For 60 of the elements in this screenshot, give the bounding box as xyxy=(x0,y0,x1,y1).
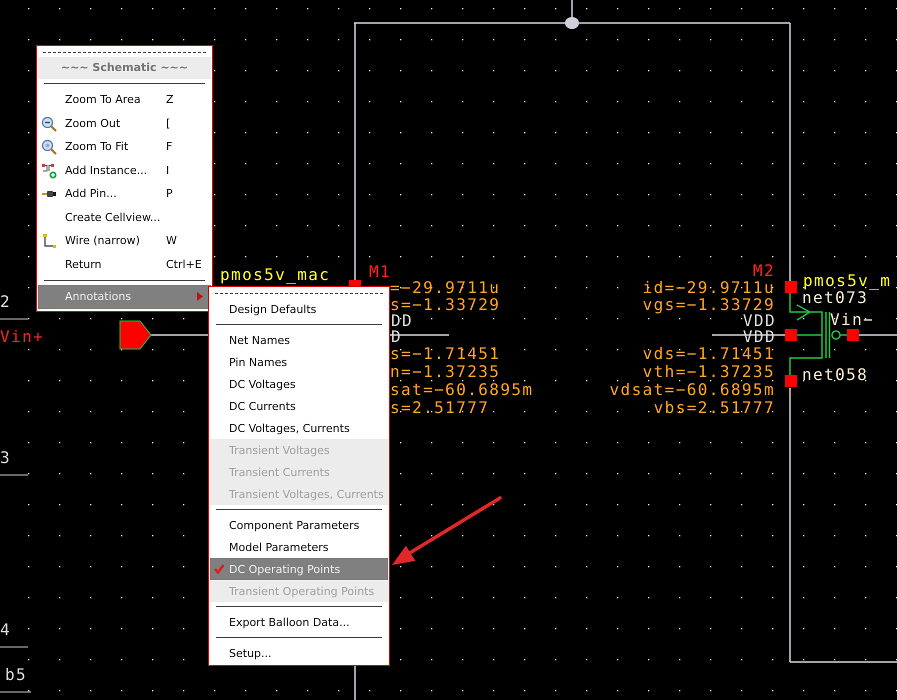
pin-icon xyxy=(120,320,152,350)
menu-item[interactable]: Design Defaults xyxy=(210,298,388,320)
menu-item[interactable]: Pin Names xyxy=(210,351,388,373)
net-label: net058 xyxy=(802,367,868,383)
parameter-value: vth=−1.37235 xyxy=(642,364,775,380)
instance-name: M1 xyxy=(369,264,392,280)
parameter-value: s=−1.33729 xyxy=(390,297,500,313)
menu-item[interactable]: DC Currents xyxy=(210,395,388,417)
menu-item[interactable]: Component Parameters xyxy=(210,514,388,536)
menu-item[interactable]: Add Instance... I xyxy=(38,158,211,182)
cell-name: pmos5v_mac xyxy=(220,267,330,283)
sheet-label: 2 xyxy=(0,294,12,310)
parameter-value: s=2.51777 xyxy=(390,400,490,416)
parameter-value: n=−1.37235 xyxy=(390,364,500,380)
zoom-out-icon xyxy=(41,116,57,132)
sheet-label: b5 xyxy=(5,667,28,683)
parameter-value: s=−1.71451 xyxy=(390,346,500,362)
menu-item[interactable]: Return Ctrl+E xyxy=(38,252,211,276)
menu-item[interactable]: Zoom Out [ xyxy=(38,112,211,135)
menu-item[interactable]: Setup... xyxy=(210,642,388,664)
parameter-value: vdsat=−60.6895m xyxy=(610,382,775,398)
underline xyxy=(0,646,28,648)
menu-item[interactable]: Wire (narrow) W xyxy=(38,229,211,252)
menu-item[interactable]: Export Balloon Data... xyxy=(210,611,388,633)
cell-name: pmos5v_m xyxy=(803,273,892,289)
sheet-label: 4 xyxy=(0,622,12,638)
magnifier-icon xyxy=(41,139,57,155)
menu-title: ~~~ Schematic ~~~ xyxy=(38,57,211,79)
net-label: VDD xyxy=(742,313,776,329)
menu-item[interactable]: Add Pin... P xyxy=(38,182,211,206)
net-label: net073 xyxy=(802,290,868,306)
menu-item[interactable]: DC Voltages, Currents xyxy=(210,417,388,439)
parameter-value: vgs=−1.33729 xyxy=(642,297,775,313)
parameter-value: vbs=2.51777 xyxy=(654,400,775,416)
menu-item[interactable]: Model Parameters xyxy=(210,536,388,558)
submenu-arrow-icon xyxy=(197,292,203,301)
underline xyxy=(0,474,28,476)
wire-icon xyxy=(41,233,57,249)
junction-dot xyxy=(565,17,579,29)
instance-name: M2 xyxy=(752,263,775,279)
menu-item[interactable]: Zoom To Fit F xyxy=(38,135,211,158)
add-component-icon xyxy=(41,162,57,178)
parameter-value: =−29.9711u xyxy=(390,280,500,296)
parameter-value: sat=−60.6895m xyxy=(390,382,534,398)
menu-item[interactable]: Net Names xyxy=(210,329,388,351)
pin-square xyxy=(847,329,859,341)
wire xyxy=(859,334,897,336)
net-label: Vin− xyxy=(830,312,874,328)
parameter-value: id=−29.9711u xyxy=(642,280,775,296)
underline xyxy=(0,318,28,320)
menu-item[interactable]: Zoom To Area Z xyxy=(38,88,211,112)
pin-label: Vin+ xyxy=(0,329,44,345)
pin-square xyxy=(785,329,797,341)
pin-square xyxy=(785,281,797,293)
net-label: DD xyxy=(391,313,414,329)
sheet-label: 3 xyxy=(0,450,12,466)
pin-square xyxy=(785,375,797,387)
menu-item[interactable]: Create Cellview... xyxy=(38,206,211,229)
menu-item[interactable]: DC Voltages xyxy=(210,373,388,395)
parameter-value: vds=−1.71451 xyxy=(642,346,775,362)
